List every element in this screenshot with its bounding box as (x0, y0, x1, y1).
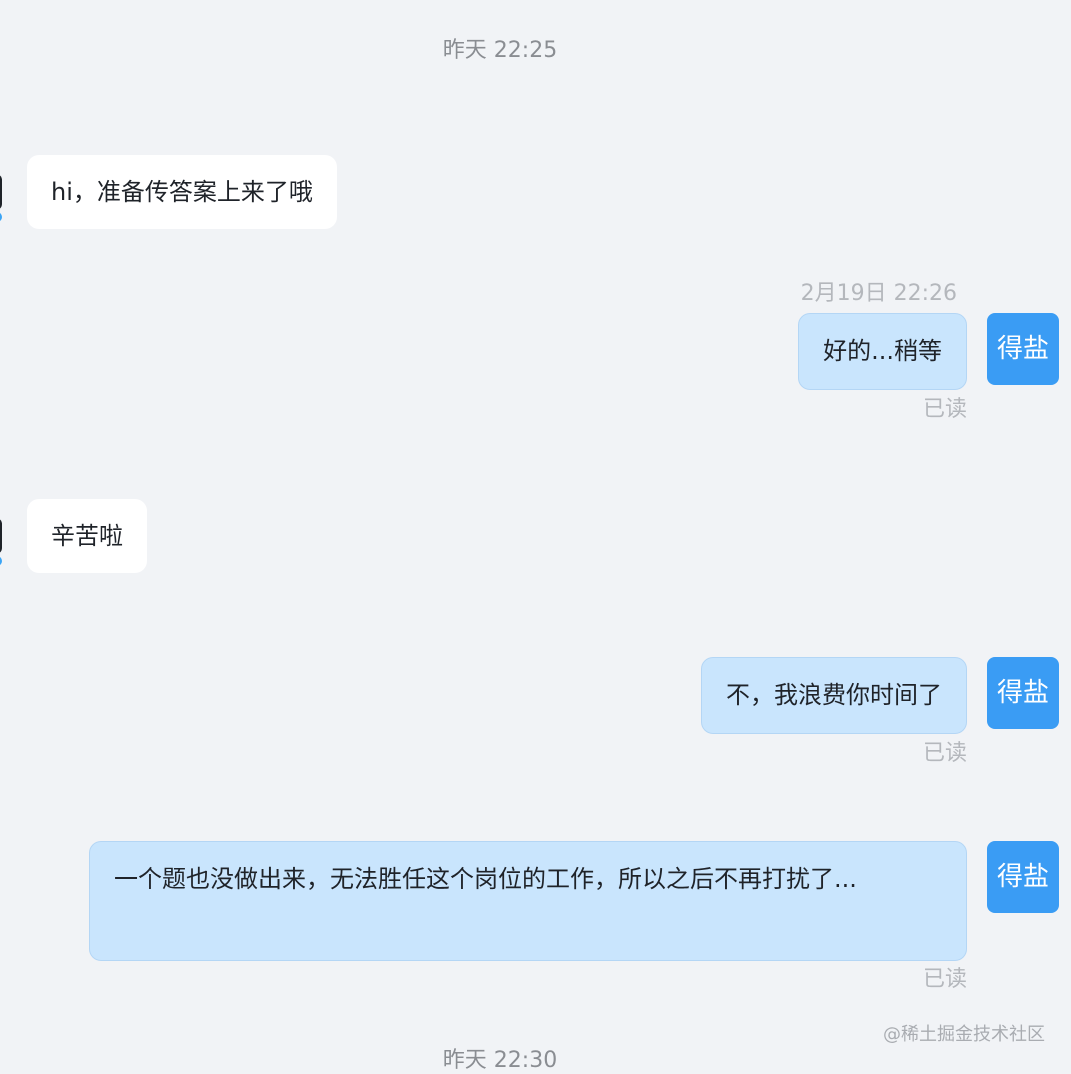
outgoing-message[interactable]: 不，我浪费你时间了 (701, 657, 967, 734)
user-avatar[interactable]: 得盐 (987, 841, 1059, 913)
outgoing-message[interactable]: 一个题也没做出来，无法胜任这个岗位的工作，所以之后不再打扰了... (89, 841, 967, 961)
read-status: 已读 (922, 967, 967, 992)
read-status: 已读 (922, 397, 967, 422)
timestamp-divider: 昨天 22:25 (442, 38, 558, 63)
incoming-message[interactable]: 辛苦啦 (27, 499, 147, 573)
watermark: @稀土掘金技术社区 (883, 1024, 1045, 1045)
contact-avatar[interactable] (0, 160, 6, 222)
read-status: 已读 (922, 741, 967, 766)
outgoing-message[interactable]: 好的...稍等 (798, 313, 967, 390)
avatar-decoration (0, 556, 2, 566)
chat-window: 昨天 22:25 hi，准备传答案上来了哦 2月19日 22:26 好的...稍… (0, 0, 1071, 1074)
user-avatar[interactable]: 得盐 (987, 657, 1059, 729)
user-avatar[interactable]: 得盐 (987, 313, 1059, 385)
avatar-figure (0, 518, 2, 554)
incoming-message[interactable]: hi，准备传答案上来了哦 (27, 155, 337, 229)
contact-avatar[interactable] (0, 504, 6, 566)
message-timestamp: 2月19日 22:26 (800, 281, 957, 306)
avatar-decoration (0, 212, 2, 222)
avatar-figure (0, 174, 2, 210)
timestamp-divider: 昨天 22:30 (442, 1048, 558, 1073)
